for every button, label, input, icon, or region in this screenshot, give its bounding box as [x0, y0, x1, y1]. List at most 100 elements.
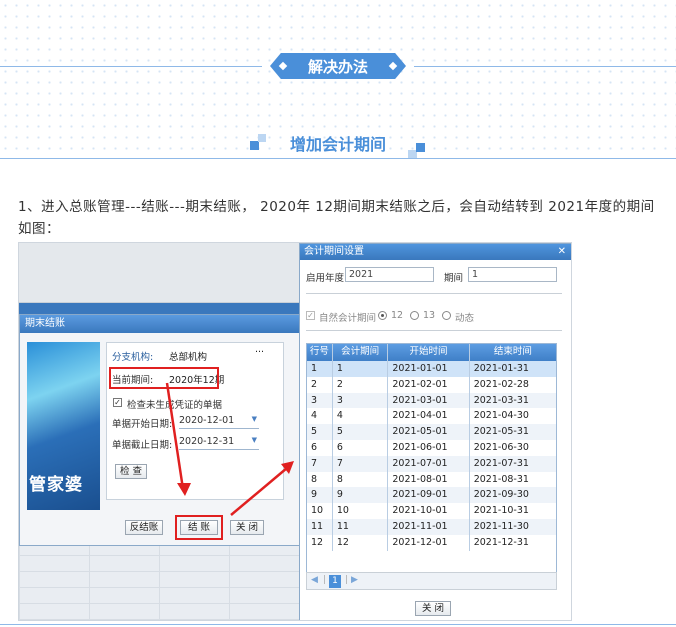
pager-separator: | [345, 575, 349, 585]
radio-12[interactable] [378, 311, 387, 320]
cell-period: 2 [333, 376, 389, 393]
close-dialog-button[interactable]: 关 闭 [415, 601, 451, 616]
col-header-end: 结束时间 [493, 346, 532, 357]
cell-row-no: 7 [307, 455, 333, 472]
cell-end-date: 2021-12-31 [473, 536, 529, 548]
radio-dynamic[interactable] [442, 311, 451, 320]
cell-start-date: 2021-10-01 [388, 503, 470, 519]
cell-row-no: 8 [307, 471, 333, 488]
divider-right [414, 66, 676, 67]
cell-end-date: 2021-04-30 [473, 410, 529, 422]
radio-dynamic-label: 动态 [455, 313, 475, 324]
radio-13[interactable] [410, 311, 419, 320]
cell-start-date: 2021-11-01 [388, 518, 470, 535]
cell-row-no: 3 [307, 392, 333, 409]
next-page-icon[interactable]: ▶ [351, 575, 358, 585]
cell-start-date: 2021-05-01 [388, 424, 470, 440]
cell-row-no: 11 [307, 518, 333, 535]
prev-page-icon[interactable]: ◀ [311, 575, 318, 585]
period-settings-title: 会计期间设置 [304, 246, 364, 257]
cell-period: 7 [333, 455, 389, 472]
table-row[interactable]: 11 11 2021-11-01 2021-11-30 [307, 518, 556, 535]
cell-start-date: 2021-08-01 [388, 471, 470, 488]
cell-start-date: 2021-06-01 [388, 439, 470, 456]
cell-start-date: 2021-07-01 [388, 455, 470, 472]
col-header-start: 开始时间 [388, 344, 470, 361]
cell-period: 10 [333, 503, 389, 519]
period-table: 行号 会计期间 开始时间 结束时间 1 1 2021-01-01 2021-01-31… [306, 343, 557, 580]
cell-end-date: 2021-07-31 [473, 457, 529, 469]
decor-square [416, 143, 425, 152]
table-row[interactable]: 5 5 2021-05-01 2021-05-31 [307, 424, 556, 440]
cell-period: 1 [333, 361, 389, 377]
divider-left [0, 66, 262, 67]
cell-start-date: 2021-02-01 [388, 376, 470, 393]
arrow-right [230, 467, 288, 516]
divider [306, 293, 562, 294]
intro-text: 1、进入总账管理---结账---期末结账， 2020年 12期间期末结账之后，会… [18, 199, 655, 237]
cell-row-no: 9 [307, 487, 333, 504]
cell-end-date: 2021-11-30 [473, 520, 529, 532]
cell-start-date: 2021-04-01 [388, 408, 470, 425]
cell-end-date: 2021-06-30 [473, 441, 529, 453]
arrow-head [177, 483, 191, 496]
cell-row-no: 2 [307, 376, 333, 393]
cell-period: 8 [333, 471, 389, 488]
table-row[interactable]: 4 4 2021-04-01 2021-04-30 [307, 408, 556, 425]
period-label: 期间 [444, 273, 464, 284]
natural-period-label: 自然会计期间 [319, 313, 377, 324]
section-banner-label: 解决办法 [307, 57, 368, 76]
close-icon[interactable]: ✕ [558, 244, 566, 260]
period-settings-title-bar: 会计期间设置 ✕ [300, 244, 571, 260]
col-header-period: 会计期间 [333, 344, 389, 361]
radio-13-label: 13 [423, 310, 436, 321]
table-row[interactable]: 12 12 2021-12-01 2021-12-31 [307, 534, 556, 551]
cell-start-date: 2021-01-01 [388, 361, 470, 377]
cell-row-no: 6 [307, 439, 333, 456]
cell-period: 3 [333, 392, 389, 409]
table-row[interactable]: 9 9 2021-09-01 2021-09-30 [307, 487, 556, 504]
section-banner: 解决办法 [270, 53, 406, 79]
pagination-bar: ◀ | 1 | ▶ [306, 572, 557, 590]
diamond-icon [278, 61, 288, 71]
cell-period: 11 [333, 518, 389, 535]
cell-period: 4 [333, 408, 389, 425]
cell-end-date: 2021-01-31 [473, 363, 529, 374]
cell-start-date: 2021-03-01 [388, 392, 470, 409]
cell-end-date: 2021-08-31 [473, 473, 529, 485]
natural-period-checkbox[interactable]: ✓ [306, 311, 315, 320]
cell-row-no: 12 [307, 534, 333, 551]
arrow-down [165, 382, 185, 490]
cell-end-date: 2021-09-30 [473, 489, 529, 501]
cell-row-no: 4 [307, 408, 333, 425]
divider [306, 330, 562, 331]
cell-period: 6 [333, 439, 389, 456]
cell-period: 5 [333, 424, 389, 440]
table-row[interactable]: 2 2 2021-02-01 2021-02-28 [307, 376, 556, 393]
cell-row-no: 5 [307, 424, 333, 440]
cell-start-date: 2021-12-01 [388, 534, 470, 551]
cell-period: 12 [333, 534, 389, 551]
subheading: 增加会计期间 [289, 135, 386, 154]
table-row[interactable]: 10 10 2021-10-01 2021-10-31 [307, 503, 556, 519]
cell-end-date: 2021-10-31 [473, 505, 529, 517]
table-row[interactable]: 6 6 2021-06-01 2021-06-30 [307, 439, 556, 456]
cell-row-no: 1 [307, 361, 333, 377]
cell-end-date: 2021-02-28 [473, 378, 529, 390]
table-header: 行号 会计期间 开始时间 结束时间 [307, 344, 556, 361]
start-year-input[interactable]: 2021 [345, 267, 434, 282]
diamond-icon [388, 61, 398, 71]
cell-end-date: 2021-03-31 [473, 394, 529, 406]
table-row[interactable]: 1 1 2021-01-01 2021-01-31 [307, 361, 556, 377]
pager-separator: | [323, 575, 327, 585]
table-body: 1 1 2021-01-01 2021-01-31 2 2 2021-02-01 2021-0… [307, 361, 556, 551]
page-number-button[interactable]: 1 [329, 575, 341, 588]
table-row[interactable]: 8 8 2021-08-01 2021-08-31 [307, 471, 556, 488]
col-header-no: 行号 [307, 344, 333, 361]
period-input[interactable]: 1 [468, 267, 557, 282]
table-row[interactable]: 3 3 2021-03-01 2021-03-31 [307, 392, 556, 409]
cell-row-no: 10 [307, 503, 333, 519]
table-row[interactable]: 7 7 2021-07-01 2021-07-31 [307, 455, 556, 472]
screenshot-area: 期末结账 管家婆 分支机构: 总部机构 ··· 当前期间: 2020年12期 ✓… [18, 242, 572, 621]
radio-12-label: 12 [391, 310, 404, 321]
